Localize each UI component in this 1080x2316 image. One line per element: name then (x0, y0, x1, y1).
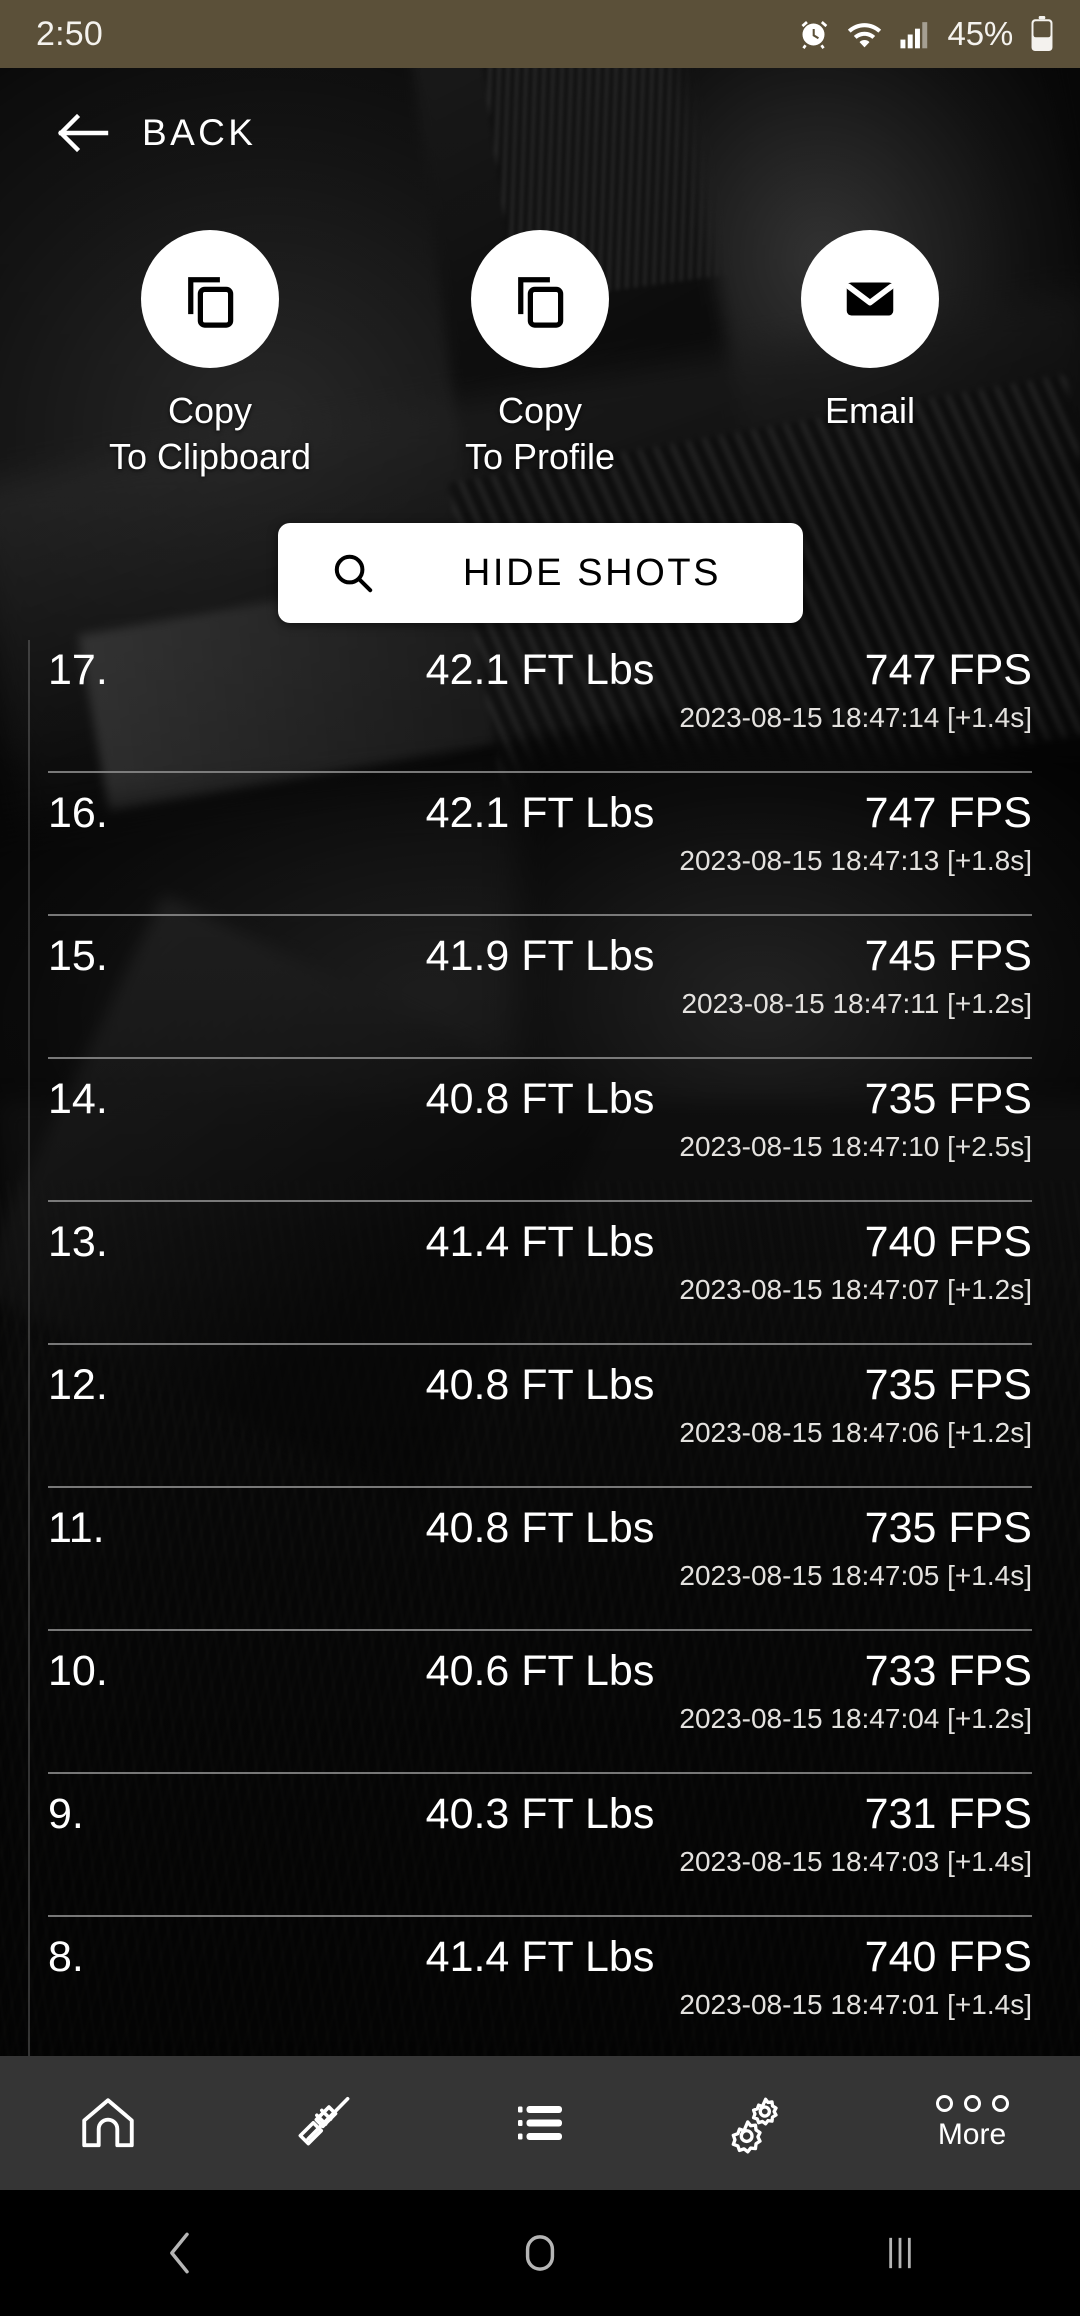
rifle-icon (298, 2097, 350, 2146)
table-row[interactable]: 17. 42.1 FT Lbs 747 FPS 2023-08-15 18:47… (0, 640, 1080, 783)
back-label: BACK (142, 112, 257, 153)
row-divider (48, 1772, 1032, 1774)
shot-speed: 733 FPS (864, 1647, 1032, 1695)
envelope-icon (845, 282, 895, 316)
row-divider (48, 1486, 1032, 1488)
tab-home[interactable] (0, 2056, 216, 2190)
copy-icon (188, 277, 234, 328)
status-icons: 45% (797, 15, 1054, 53)
nav-back-button[interactable] (0, 2225, 360, 2281)
copy-to-profile-circle (471, 230, 609, 368)
shot-timestamp: 2023-08-15 18:47:14 [+1.4s] (679, 702, 1032, 733)
status-bar: 2:50 45% (0, 0, 1080, 68)
shot-speed: 735 FPS (864, 1361, 1032, 1409)
signal-icon (900, 21, 927, 48)
shot-list[interactable]: 17. 42.1 FT Lbs 747 FPS 2023-08-15 18:47… (0, 640, 1080, 2056)
row-divider (48, 914, 1032, 916)
shot-speed: 740 FPS (864, 1218, 1032, 1266)
shot-timestamp: 2023-08-15 18:47:01 [+1.4s] (679, 1989, 1032, 2020)
copy-to-clipboard-circle (141, 230, 279, 368)
tab-settings[interactable] (648, 2056, 864, 2190)
table-row[interactable]: 8. 41.4 FT Lbs 740 FPS 2023-08-15 18:47:… (0, 1927, 1080, 2056)
row-divider (48, 1915, 1032, 1917)
hide-shots-label: HIDE SHOTS (462, 551, 722, 594)
shot-speed: 747 FPS (864, 789, 1032, 837)
nav-home-icon (525, 2235, 555, 2271)
alarm-icon (801, 20, 827, 49)
row-divider (48, 1343, 1032, 1345)
arrow-left-icon (58, 113, 109, 153)
tab-rifle[interactable] (216, 2056, 432, 2190)
shot-speed: 740 FPS (864, 1933, 1032, 1981)
row-divider (48, 1200, 1032, 1202)
table-row[interactable]: 11. 40.8 FT Lbs 735 FPS 2023-08-15 18:47… (0, 1498, 1080, 1641)
table-row[interactable]: 9. 40.3 FT Lbs 731 FPS 2023-08-15 18:47:… (0, 1784, 1080, 1927)
nav-recents-icon (889, 2237, 911, 2269)
search-icon-wrap (278, 549, 428, 597)
page-header: BACK (0, 68, 1080, 198)
table-row[interactable]: 16. 42.1 FT Lbs 747 FPS 2023-08-15 18:47… (0, 783, 1080, 926)
battery-percent: 45% (947, 15, 1014, 52)
shot-speed: 731 FPS (864, 1790, 1032, 1838)
search-icon (334, 554, 372, 593)
gears-icon (731, 2097, 778, 2154)
shot-timestamp: 2023-08-15 18:47:10 [+2.5s] (679, 1131, 1032, 1162)
home-icon (82, 2098, 134, 2148)
row-divider (48, 771, 1032, 773)
nav-back-icon (170, 2232, 189, 2274)
android-nav-bar (0, 2190, 1080, 2316)
table-row[interactable]: 15. 41.9 FT Lbs 745 FPS 2023-08-15 18:47… (0, 926, 1080, 1069)
shot-timestamp: 2023-08-15 18:47:03 [+1.4s] (679, 1846, 1032, 1877)
shot-timestamp: 2023-08-15 18:47:11 [+1.2s] (681, 988, 1032, 1019)
app-root: 2:50 45% BACK Copy To Clipboard Copy To … (0, 0, 1080, 2316)
list-icon (518, 2106, 562, 2140)
shot-timestamp: 2023-08-15 18:47:07 [+1.2s] (679, 1274, 1032, 1305)
email-circle (801, 230, 939, 368)
shot-timestamp: 2023-08-15 18:47:05 [+1.4s] (679, 1560, 1032, 1591)
copy-to-clipboard-label: Copy To Clipboard (108, 390, 312, 477)
bottom-tab-bar: More (0, 2056, 1080, 2190)
tab-more-label: More (937, 2117, 1007, 2151)
row-divider (48, 1057, 1032, 1059)
table-row[interactable]: 13. 41.4 FT Lbs 740 FPS 2023-08-15 18:47… (0, 1212, 1080, 1355)
copy-to-profile-label: Copy To Profile (464, 390, 616, 477)
tab-list[interactable] (432, 2056, 648, 2190)
nav-recents-button[interactable] (720, 2225, 1080, 2281)
copy-icon (518, 277, 564, 328)
table-row[interactable]: 10. 40.6 FT Lbs 733 FPS 2023-08-15 18:47… (0, 1641, 1080, 1784)
email-label: Email (824, 390, 916, 431)
email-button[interactable]: Email (705, 230, 1035, 434)
table-row[interactable]: 14. 40.8 FT Lbs 735 FPS 2023-08-15 18:47… (0, 1069, 1080, 1212)
hide-shots-button[interactable]: HIDE SHOTS (277, 523, 803, 623)
shot-timestamp: 2023-08-15 18:47:06 [+1.2s] (679, 1417, 1032, 1448)
hide-shots-container: HIDE SHOTS (0, 523, 1080, 623)
row-divider (48, 1629, 1032, 1631)
shot-speed: 735 FPS (864, 1075, 1032, 1123)
battery-icon (1031, 16, 1053, 52)
copy-to-profile-button[interactable]: Copy To Profile (375, 230, 705, 480)
action-button-row: Copy To Clipboard Copy To Profile Email (0, 230, 1080, 480)
wifi-icon (847, 22, 881, 47)
shot-timestamp: 2023-08-15 18:47:13 [+1.8s] (679, 845, 1032, 876)
shot-speed: 735 FPS (864, 1504, 1032, 1552)
status-clock: 2:50 (36, 14, 103, 53)
more-dots-icon (935, 2094, 1009, 2112)
table-row[interactable]: 12. 40.8 FT Lbs 735 FPS 2023-08-15 18:47… (0, 1355, 1080, 1498)
shot-timestamp: 2023-08-15 18:47:04 [+1.2s] (679, 1703, 1032, 1734)
back-button[interactable]: BACK (58, 112, 256, 154)
nav-home-button[interactable] (360, 2225, 720, 2281)
tab-more[interactable]: More (864, 2056, 1080, 2190)
shot-speed: 747 FPS (864, 646, 1032, 694)
shot-speed: 745 FPS (864, 932, 1032, 980)
copy-to-clipboard-button[interactable]: Copy To Clipboard (45, 230, 375, 480)
